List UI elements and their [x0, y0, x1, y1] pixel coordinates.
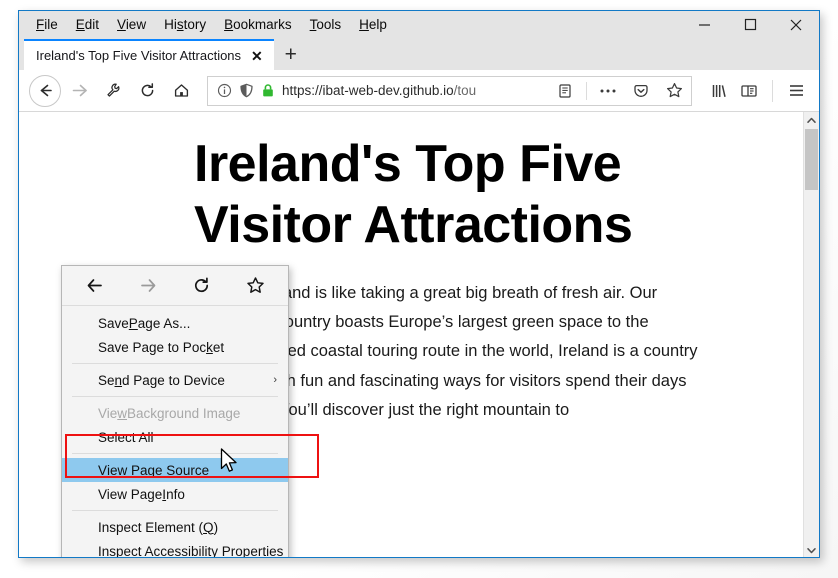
- context-menu-icon-row: [62, 266, 288, 306]
- menu-separator: [72, 396, 278, 397]
- back-arrow-icon[interactable]: [29, 74, 61, 107]
- browser-window: File Edit View History Bookmarks Tools H…: [18, 10, 820, 558]
- page-actions-ellipsis-icon[interactable]: [595, 78, 621, 104]
- library-icon[interactable]: [706, 78, 732, 104]
- home-icon[interactable]: [165, 75, 197, 107]
- tab-title: Ireland's Top Five Visitor Attractions: [36, 48, 242, 63]
- url-divider: [586, 81, 587, 100]
- navigation-toolbar: https://ibat-web-dev.github.io/tou: [19, 70, 819, 112]
- pocket-icon[interactable]: [628, 78, 654, 104]
- menu-item-send-page-to-device[interactable]: Se n d Page to Device ›: [62, 368, 288, 392]
- menu-item-inspect-element[interactable]: Inspect Element (Q): [62, 515, 288, 539]
- scroll-up-arrow-icon[interactable]: [804, 112, 819, 128]
- menu-item-save-page-to-pocket[interactable]: Save Page to Poc k et: [62, 335, 288, 359]
- url-path: /tou: [453, 83, 477, 98]
- menu-bar-item-tools[interactable]: Tools: [301, 15, 351, 34]
- menu-item-view-page-info[interactable]: View Page Info: [62, 482, 288, 506]
- forward-arrow-icon[interactable]: [129, 271, 167, 301]
- menu-bar: File Edit View History Bookmarks Tools H…: [19, 11, 819, 38]
- menu-bar-item-view[interactable]: View: [108, 15, 155, 34]
- new-tab-button[interactable]: +: [274, 39, 308, 70]
- menu-separator: [72, 453, 278, 454]
- reader-view-icon[interactable]: [552, 78, 578, 104]
- wrench-icon[interactable]: [97, 75, 129, 107]
- hamburger-menu-icon[interactable]: [783, 78, 809, 104]
- toolbar-right-group: [702, 78, 809, 104]
- toolbar-separator: [772, 79, 773, 102]
- maximize-icon[interactable]: [727, 11, 773, 38]
- url-text[interactable]: https://ibat-web-dev.github.io/tou: [282, 83, 545, 98]
- scrollbar-thumb[interactable]: [805, 129, 818, 190]
- tab-close-icon[interactable]: ✕: [249, 49, 265, 63]
- menu-bar-item-bookmarks[interactable]: Bookmarks: [215, 15, 301, 34]
- content-area: Ireland's Top Five Visitor Attractions A…: [19, 112, 819, 558]
- menu-item-view-page-source[interactable]: View Page Source: [62, 458, 288, 482]
- context-menu: Save Page As... Save Page to Poc k et Se n d…: [61, 265, 289, 558]
- window-controls: [681, 11, 819, 38]
- bookmark-star-icon[interactable]: [661, 78, 687, 104]
- chevron-right-icon: ›: [273, 374, 277, 386]
- bookmark-star-icon[interactable]: [236, 271, 274, 301]
- vertical-scrollbar[interactable]: [803, 112, 819, 557]
- scroll-down-arrow-icon[interactable]: [804, 542, 819, 557]
- reload-icon[interactable]: [131, 75, 163, 107]
- url-bar[interactable]: https://ibat-web-dev.github.io/tou: [207, 75, 692, 106]
- url-host: https://ibat-web-dev.github.io: [282, 83, 454, 98]
- menu-item-view-background-image: Vie w Background Image: [98, 405, 241, 421]
- menu-item-select-all[interactable]: Select All: [62, 425, 288, 449]
- mouse-cursor: [220, 448, 239, 480]
- menu-item-save-page-as[interactable]: Save Page As...: [62, 311, 288, 335]
- back-arrow-icon[interactable]: [76, 271, 114, 301]
- minimize-icon[interactable]: [681, 11, 727, 38]
- page-title: Ireland's Top Five Visitor Attractions: [194, 135, 633, 255]
- menu-bar-item-edit[interactable]: Edit: [67, 15, 108, 34]
- forward-arrow-icon[interactable]: [63, 75, 95, 107]
- reload-icon[interactable]: [183, 271, 221, 301]
- page-info-icon[interactable]: [217, 83, 232, 98]
- menu-separator: [72, 510, 278, 511]
- tab-strip: Ireland's Top Five Visitor Attractions ✕…: [19, 38, 819, 70]
- browser-tab[interactable]: Ireland's Top Five Visitor Attractions ✕: [24, 39, 274, 70]
- sidebar-icon[interactable]: [736, 78, 762, 104]
- menu-item-inspect-accessibility-properties[interactable]: Inspect Accessibility Properties: [62, 539, 288, 558]
- close-icon[interactable]: [773, 11, 819, 38]
- menu-bar-item-help[interactable]: Help: [350, 15, 396, 34]
- menu-bar-item-file[interactable]: File: [27, 15, 67, 34]
- menu-separator: [72, 363, 278, 364]
- tracking-protection-shield-icon[interactable]: [239, 83, 254, 98]
- menu-bar-item-history[interactable]: History: [155, 15, 215, 34]
- secure-lock-icon[interactable]: [261, 83, 275, 98]
